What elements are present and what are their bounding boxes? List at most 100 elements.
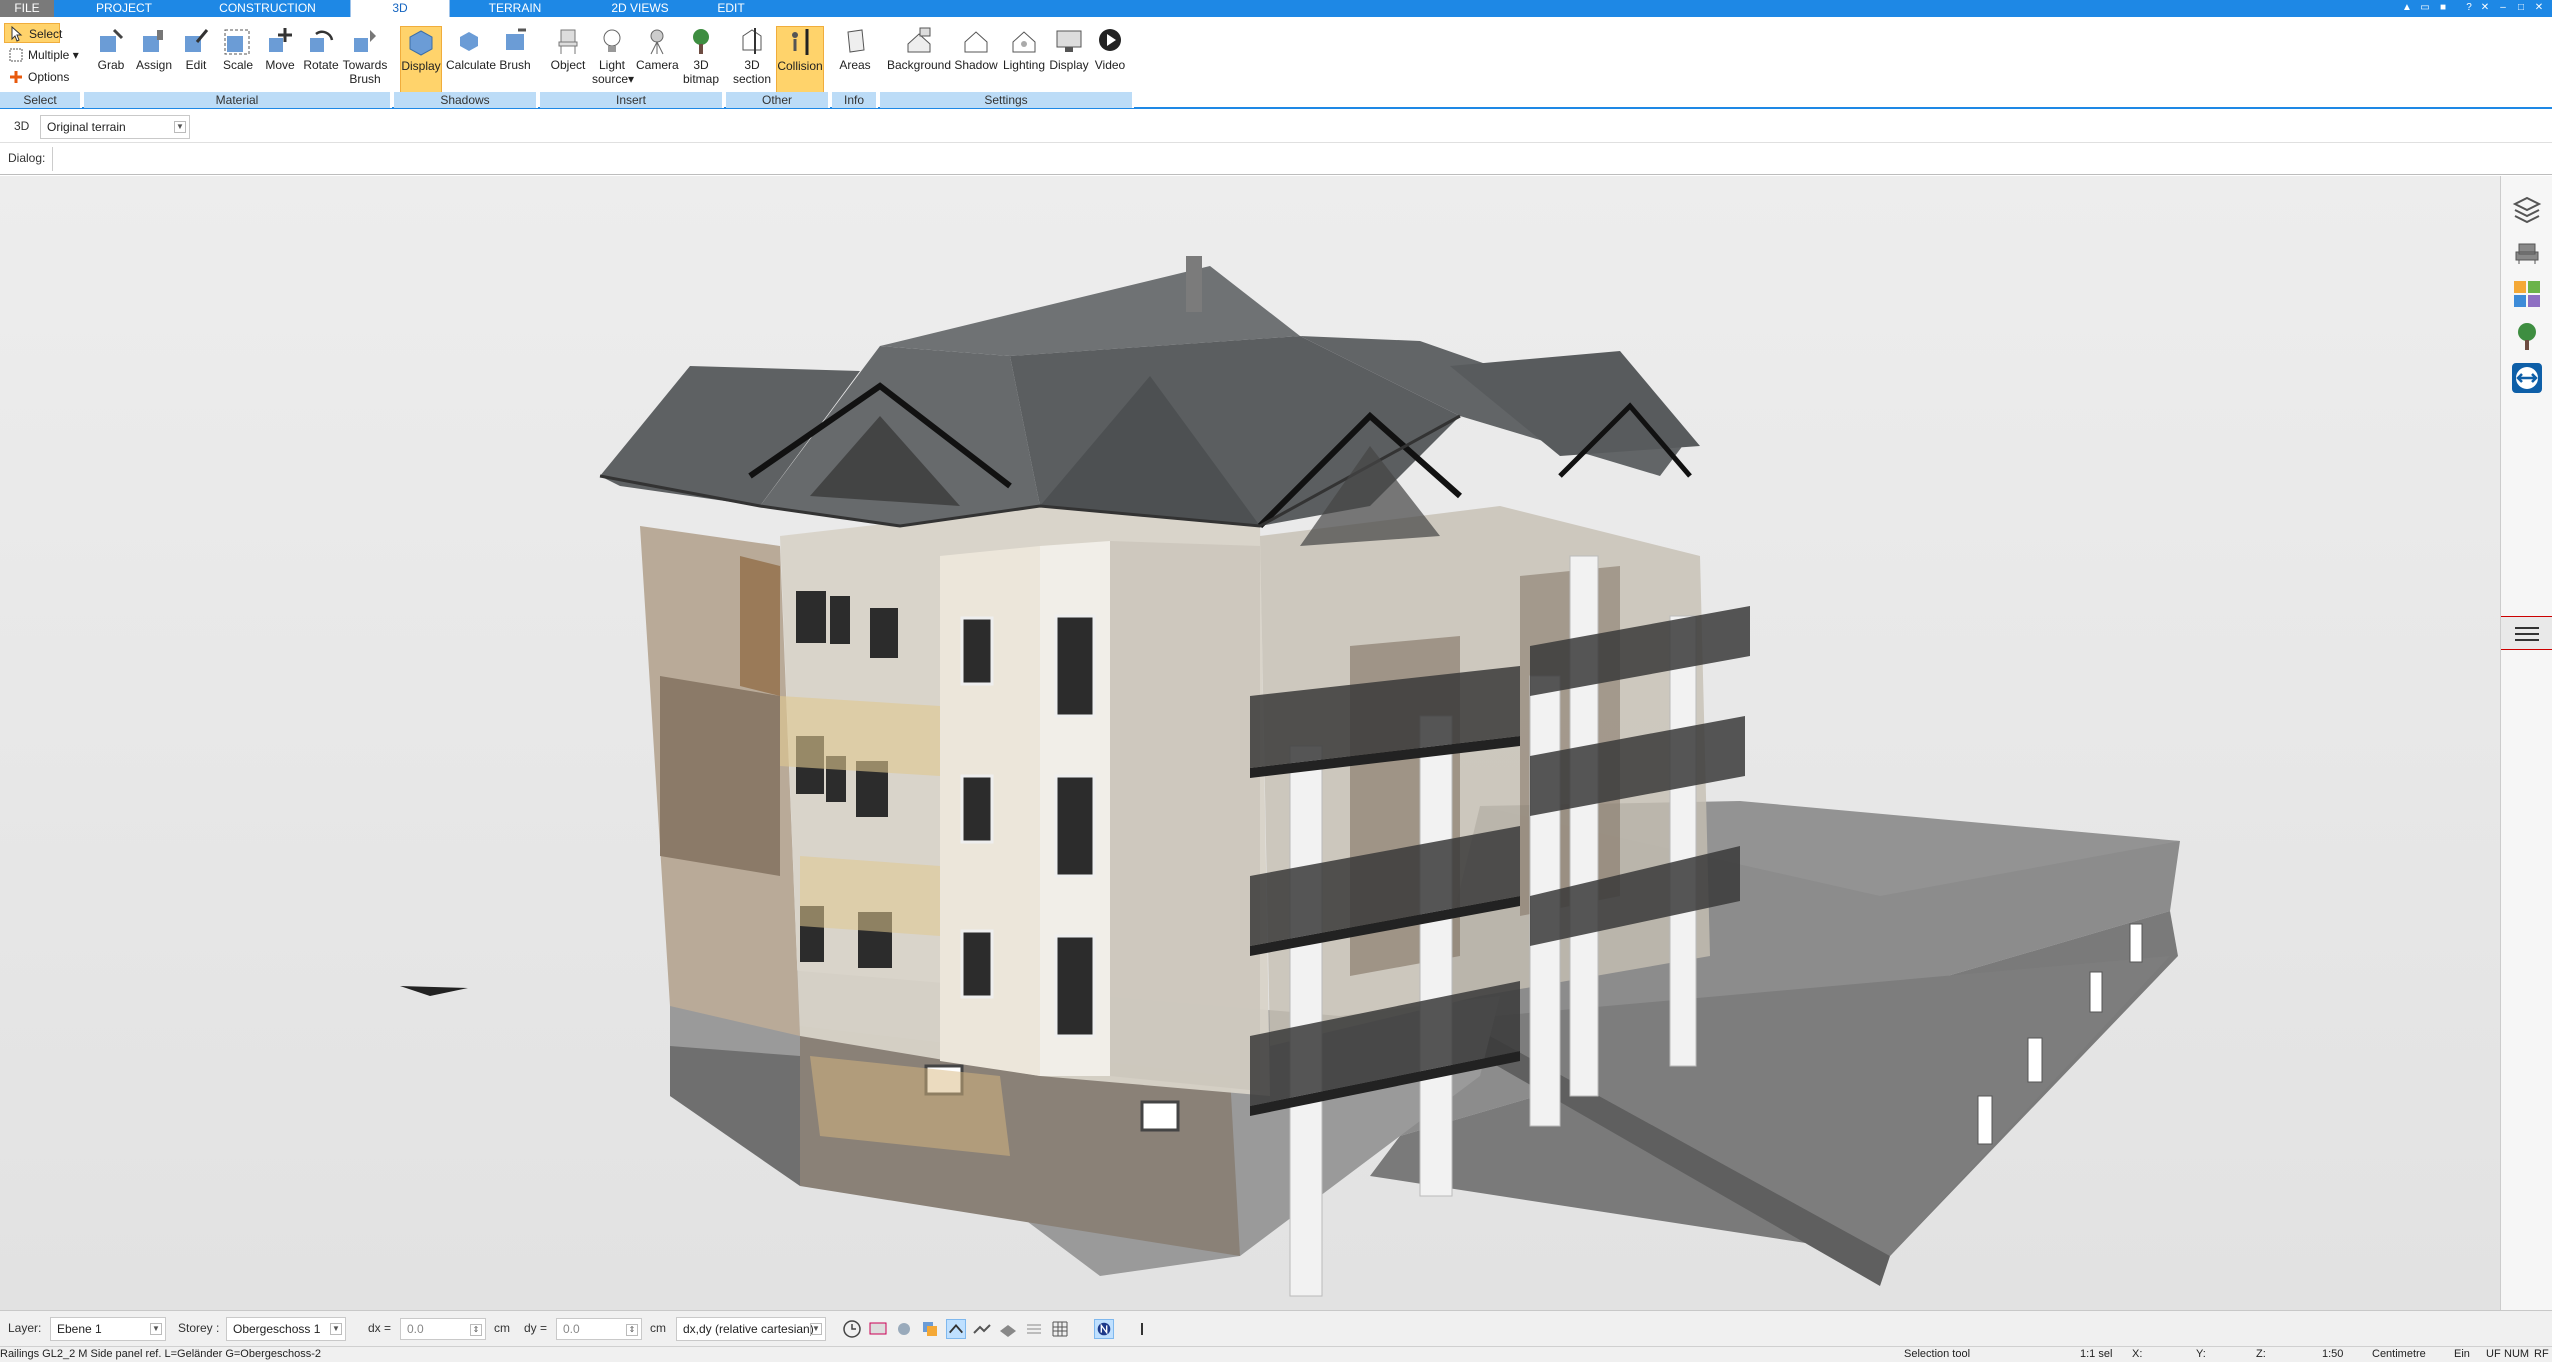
camera-button[interactable]: Camera <box>636 26 679 98</box>
layer-select[interactable]: Ebene 1 ▼ <box>50 1317 166 1341</box>
insert-group-label: Insert <box>540 92 724 108</box>
minimize-icon[interactable]: – <box>2496 1 2510 15</box>
3d-section-button[interactable]: 3D section <box>732 26 772 98</box>
snap-icon[interactable] <box>946 1319 966 1339</box>
dx-input[interactable]: 0.0 ⇕ <box>400 1318 486 1340</box>
options-button[interactable]: Options <box>4 67 74 87</box>
dx-stepper-icon[interactable]: ⇕ <box>470 1324 482 1336</box>
tab-construction[interactable]: CONSTRUCTION <box>195 0 340 17</box>
materials-icon[interactable] <box>2511 278 2543 310</box>
terrain-select[interactable]: Original terrain ▼ <box>40 115 190 139</box>
tab-2d-views[interactable]: 2D VIEWS <box>580 0 700 17</box>
clock-icon[interactable] <box>842 1319 862 1339</box>
coordinate-mode-select[interactable]: dx,dy (relative cartesian) ▼ <box>676 1317 826 1341</box>
chevron-down-icon: ▼ <box>174 121 186 133</box>
menu-tab-bar: FILE PROJECT CONSTRUCTION 3D TERRAIN 2D … <box>0 0 2552 17</box>
3d-bitmap-button[interactable]: 3D bitmap <box>682 26 720 98</box>
bitmap-label-1: 3D <box>693 58 709 72</box>
grid-icon[interactable] <box>1050 1319 1070 1339</box>
tab-project[interactable]: PROJECT <box>60 0 188 17</box>
rotate-button[interactable]: Rotate <box>302 26 340 98</box>
scale-icon <box>224 29 250 55</box>
chimney <box>1186 256 1202 312</box>
tab-edit[interactable]: EDIT <box>700 0 762 17</box>
shadow-display-button[interactable]: Display <box>400 26 442 98</box>
collision-icon <box>792 29 809 55</box>
material-group-label: Material <box>84 92 392 108</box>
3d-viewport[interactable] <box>0 176 2500 1310</box>
object-button[interactable]: Object <box>548 26 588 98</box>
app-close-icon[interactable]: ✕ <box>2478 1 2492 15</box>
status-x: X: <box>2132 1348 2143 1360</box>
monitor-icon <box>1056 30 1082 52</box>
ribbon: Select Multiple ▾ Options Select Grab As… <box>0 17 2552 109</box>
view-mode-label: 3D <box>14 119 30 133</box>
shadow-settings-button[interactable]: Shadow <box>954 26 998 98</box>
hamburger-icon <box>2515 627 2539 641</box>
calculate-button[interactable]: Calculate <box>446 26 496 98</box>
camera-label: Camera <box>636 58 679 72</box>
dy-unit: cm <box>650 1321 666 1335</box>
screen-capture-icon[interactable] <box>868 1319 888 1339</box>
background-label: Background <box>886 58 952 72</box>
move-button[interactable]: Move <box>262 26 298 98</box>
multiple-button[interactable]: Multiple ▾ <box>4 45 82 65</box>
lighting-button[interactable]: Lighting <box>1002 26 1046 98</box>
plant-icon[interactable] <box>2511 320 2543 352</box>
dialog-label: Dialog: <box>8 151 46 165</box>
right-sidebar <box>2500 176 2552 1310</box>
info-group-label: Info <box>832 92 878 108</box>
background-icon <box>907 27 931 53</box>
display-settings-button[interactable]: Display <box>1048 26 1090 98</box>
dy-stepper-icon[interactable]: ⇕ <box>626 1324 638 1336</box>
grab-label: Grab <box>97 58 125 72</box>
more-icon[interactable] <box>1132 1319 1152 1339</box>
grab-button[interactable]: Grab <box>94 26 128 98</box>
building-3d-render[interactable] <box>0 176 2500 1310</box>
maximize-icon[interactable]: □ <box>2514 1 2528 15</box>
armchair-icon[interactable] <box>2511 236 2543 268</box>
restore-icon[interactable]: ▭ <box>2418 1 2432 15</box>
north-icon[interactable] <box>1094 1319 1114 1339</box>
tab-terrain[interactable]: TERRAIN <box>462 0 568 17</box>
teamviewer-icon[interactable] <box>2511 362 2543 394</box>
status-y: Y: <box>2196 1348 2206 1360</box>
areas-icon <box>847 29 865 53</box>
edit-button[interactable]: Edit <box>180 26 212 98</box>
tab-file[interactable]: FILE <box>0 0 54 17</box>
close-icon[interactable]: ✕ <box>2532 1 2546 15</box>
options-label: Options <box>28 70 70 84</box>
layers-icon[interactable] <box>2511 194 2543 226</box>
floor-icon[interactable] <box>998 1319 1018 1339</box>
panel-toggle-button[interactable] <box>2501 616 2552 650</box>
background-button[interactable]: Background <box>886 26 952 98</box>
assign-button[interactable]: Assign <box>134 26 174 98</box>
house-shadow-icon <box>964 31 988 53</box>
video-label: Video <box>1094 58 1126 72</box>
shadow-brush-button[interactable]: Brush <box>498 26 532 98</box>
areas-button[interactable]: Areas <box>836 26 874 98</box>
status-scale: 1:50 <box>2322 1348 2344 1360</box>
layout-icon[interactable]: ■ <box>2436 1 2450 15</box>
dy-input[interactable]: 0.0 ⇕ <box>556 1318 642 1340</box>
storey-select[interactable]: Obergeschoss 1 ▼ <box>226 1317 346 1341</box>
select-button[interactable]: Select <box>4 23 62 43</box>
hatch-icon[interactable] <box>1024 1319 1044 1339</box>
collision-button[interactable]: Collision <box>776 26 824 98</box>
layers-toggle-icon[interactable] <box>920 1319 940 1339</box>
help-icon[interactable]: ? <box>2462 1 2476 15</box>
render-icon[interactable] <box>894 1319 914 1339</box>
section-icon <box>742 28 762 54</box>
light-label: Light <box>598 58 626 72</box>
storey-label: Storey : <box>178 1321 220 1335</box>
tab-3d[interactable]: 3D <box>350 0 450 17</box>
pointer-icon <box>11 26 23 42</box>
walls-icon[interactable] <box>972 1319 992 1339</box>
towards-brush-button[interactable]: Towards Brush <box>342 26 388 98</box>
video-button[interactable]: Video <box>1092 26 1128 98</box>
light-source-button[interactable]: Light source▾ <box>592 26 634 98</box>
scale-button[interactable]: Scale <box>220 26 256 98</box>
status-rf: RF <box>2534 1348 2549 1360</box>
shadow-display-label: Display <box>401 59 441 73</box>
quick-access-icon[interactable]: ▲ <box>2400 1 2414 15</box>
